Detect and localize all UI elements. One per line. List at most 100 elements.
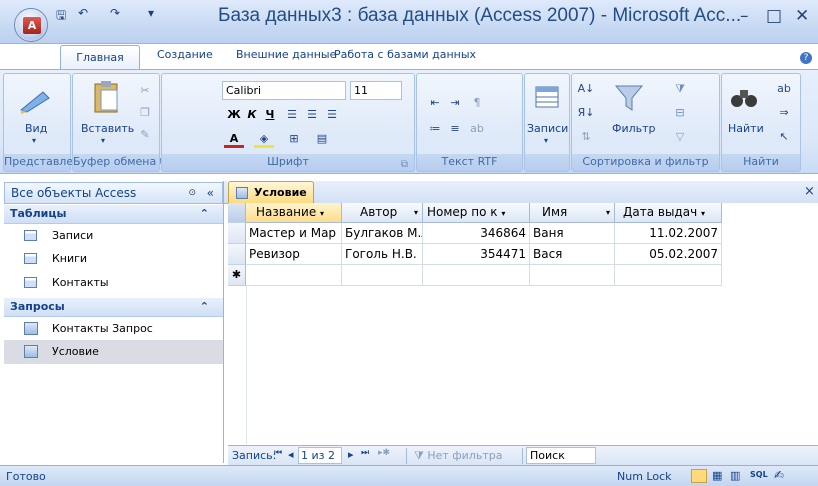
document-tab-uslovie[interactable]: Условие <box>228 181 314 204</box>
font-launcher-icon[interactable]: ⧉ <box>401 159 408 170</box>
advanced-filter-icon[interactable]: ⊟ <box>670 104 690 122</box>
records-dropdown-icon[interactable]: ▾ <box>544 136 548 145</box>
filter-button[interactable]: Фильтр <box>612 122 656 135</box>
pivot-chart-icon[interactable]: ▥ <box>730 469 740 482</box>
decrease-indent-icon[interactable]: ⇤ <box>425 94 445 112</box>
shutter-bar-close-icon[interactable]: « <box>207 183 214 203</box>
alt-fill-icon[interactable]: ▤ <box>312 130 332 148</box>
sql-view-icon[interactable]: SQL <box>750 470 768 479</box>
current-record-field[interactable]: 1 из 2 <box>298 447 342 464</box>
toggle-filter-icon[interactable]: ▽ <box>670 128 690 146</box>
undo-icon[interactable]: ↶ <box>78 6 88 24</box>
pivot-table-icon[interactable]: ▦ <box>712 469 722 482</box>
italic-button[interactable]: К <box>242 106 262 124</box>
paste-button[interactable]: Вставить <box>81 122 134 135</box>
cell-new[interactable] <box>246 265 342 286</box>
format-painter-icon[interactable]: ✎ <box>135 126 155 144</box>
cell-nazvanie[interactable]: Ревизор <box>246 244 342 265</box>
numbering-icon[interactable]: ≔ <box>425 120 445 138</box>
cell-new[interactable] <box>423 265 530 286</box>
record-selector[interactable] <box>228 223 246 244</box>
cell-avtor[interactable]: Булгаков М.А. <box>342 223 423 244</box>
cell-nomer[interactable]: 346864 <box>423 223 530 244</box>
nav-item-knigi[interactable]: Книги <box>4 247 223 271</box>
column-header-nomer[interactable]: Номер по к ▾ <box>423 203 530 223</box>
nav-item-kontakty-zapros[interactable]: Контакты Запрос <box>4 317 223 341</box>
records-button[interactable]: Записи <box>527 122 568 135</box>
find-button[interactable]: Найти <box>728 122 764 135</box>
select-icon[interactable]: ↖ <box>774 128 794 146</box>
copy-icon[interactable]: ❐ <box>135 104 155 122</box>
clear-sort-icon[interactable]: ⇅ <box>576 128 596 146</box>
sort-descending-icon[interactable]: Я↓ <box>576 104 596 122</box>
font-color-button[interactable]: А <box>224 130 244 148</box>
nav-group-tables[interactable]: Таблицы ⌃ <box>4 205 223 224</box>
tab-create[interactable]: Создание <box>157 48 213 70</box>
select-all-corner[interactable] <box>228 203 246 223</box>
save-icon[interactable]: 🖫 <box>56 6 66 24</box>
record-selector[interactable] <box>228 244 246 265</box>
datasheet-view-icon[interactable] <box>691 469 707 483</box>
dropdown-arrow-icon[interactable]: ▾ <box>501 209 505 218</box>
cell-avtor[interactable]: Гоголь Н.В. <box>342 244 423 265</box>
nav-dropdown-icon[interactable]: ⊙ <box>188 183 196 203</box>
highlight-icon[interactable]: ab <box>467 120 487 138</box>
dropdown-arrow-icon[interactable]: ▾ <box>701 209 705 218</box>
nav-item-kontakty[interactable]: Контакты <box>4 271 223 295</box>
last-record-button[interactable]: ⏭ <box>361 448 369 458</box>
nav-pane-header[interactable]: Все объекты Access ⊙ « <box>4 182 223 204</box>
cell-imya[interactable]: Вася <box>530 244 615 265</box>
bullets-icon[interactable]: ≡ <box>445 120 465 138</box>
goto-icon[interactable]: ⇒ <box>774 104 794 122</box>
design-view-icon[interactable]: ✍ <box>774 468 784 482</box>
view-button[interactable]: Вид <box>25 122 47 135</box>
nav-group-queries[interactable]: Запросы ⌃ <box>4 298 223 317</box>
align-center-icon[interactable]: ☰ <box>302 106 322 124</box>
paragraph-icon[interactable]: ¶ <box>467 94 487 112</box>
sort-ascending-icon[interactable]: A↓ <box>576 80 596 98</box>
redo-icon[interactable]: ↷ <box>110 6 120 24</box>
column-header-nazvanie[interactable]: Название ▾ <box>246 203 342 223</box>
align-left-icon[interactable]: ☰ <box>282 106 302 124</box>
filter-status[interactable]: ⧩ Нет фильтра <box>414 449 502 463</box>
dropdown-arrow-icon[interactable]: ▾ <box>320 209 324 218</box>
office-button[interactable]: A <box>14 8 48 42</box>
help-icon[interactable]: ? <box>800 52 812 64</box>
new-record-marker[interactable]: ✱ <box>228 265 246 286</box>
first-record-button[interactable]: ⏮ <box>274 448 282 458</box>
cell-nomer[interactable]: 354471 <box>423 244 530 265</box>
column-header-avtor[interactable]: Автор ▾ <box>342 203 423 223</box>
column-header-data[interactable]: Дата выдач ▾ <box>615 203 722 223</box>
underline-button[interactable]: Ч <box>260 106 280 124</box>
close-button[interactable]: ✕ <box>795 6 809 26</box>
cell-new[interactable] <box>615 265 722 286</box>
cell-nazvanie[interactable]: Мастер и Мар <box>246 223 342 244</box>
tab-database-tools[interactable]: Работа с базами данных <box>334 48 476 70</box>
collapse-icon[interactable]: ⌃ <box>200 205 209 223</box>
dropdown-arrow-icon[interactable]: ▾ <box>414 203 418 222</box>
bold-button[interactable]: Ж <box>224 106 244 124</box>
cut-icon[interactable]: ✂ <box>135 82 155 100</box>
maximize-button[interactable]: □ <box>766 6 782 26</box>
nav-item-uslovie[interactable]: Условие <box>4 340 223 364</box>
font-name-combo[interactable]: Calibri <box>222 81 346 100</box>
cell-data[interactable]: 11.02.2007 <box>615 223 722 244</box>
font-size-combo[interactable]: 11 <box>350 81 402 100</box>
collapse-icon[interactable]: ⌃ <box>200 298 209 316</box>
dropdown-arrow-icon[interactable]: ▾ <box>606 203 610 222</box>
prev-record-button[interactable]: ◂ <box>288 448 294 461</box>
close-document-icon[interactable]: × <box>804 184 815 199</box>
minimize-button[interactable]: – <box>740 6 749 26</box>
fill-color-icon[interactable]: ◈ <box>254 130 274 148</box>
cell-new[interactable] <box>342 265 423 286</box>
align-right-icon[interactable]: ☰ <box>322 106 342 124</box>
next-record-button[interactable]: ▸ <box>348 448 354 461</box>
gridlines-icon[interactable]: ⊞ <box>284 130 304 148</box>
nav-item-zapisi[interactable]: Записи <box>4 224 223 248</box>
replace-icon[interactable]: ab <box>774 80 794 98</box>
selection-filter-icon[interactable]: ⧩ <box>670 80 690 98</box>
tab-home[interactable]: Главная <box>60 45 140 70</box>
new-record-button[interactable]: ▸✱ <box>378 448 390 458</box>
tab-external-data[interactable]: Внешние данные <box>236 48 336 70</box>
customize-qat-icon[interactable]: ▾ <box>148 6 154 24</box>
